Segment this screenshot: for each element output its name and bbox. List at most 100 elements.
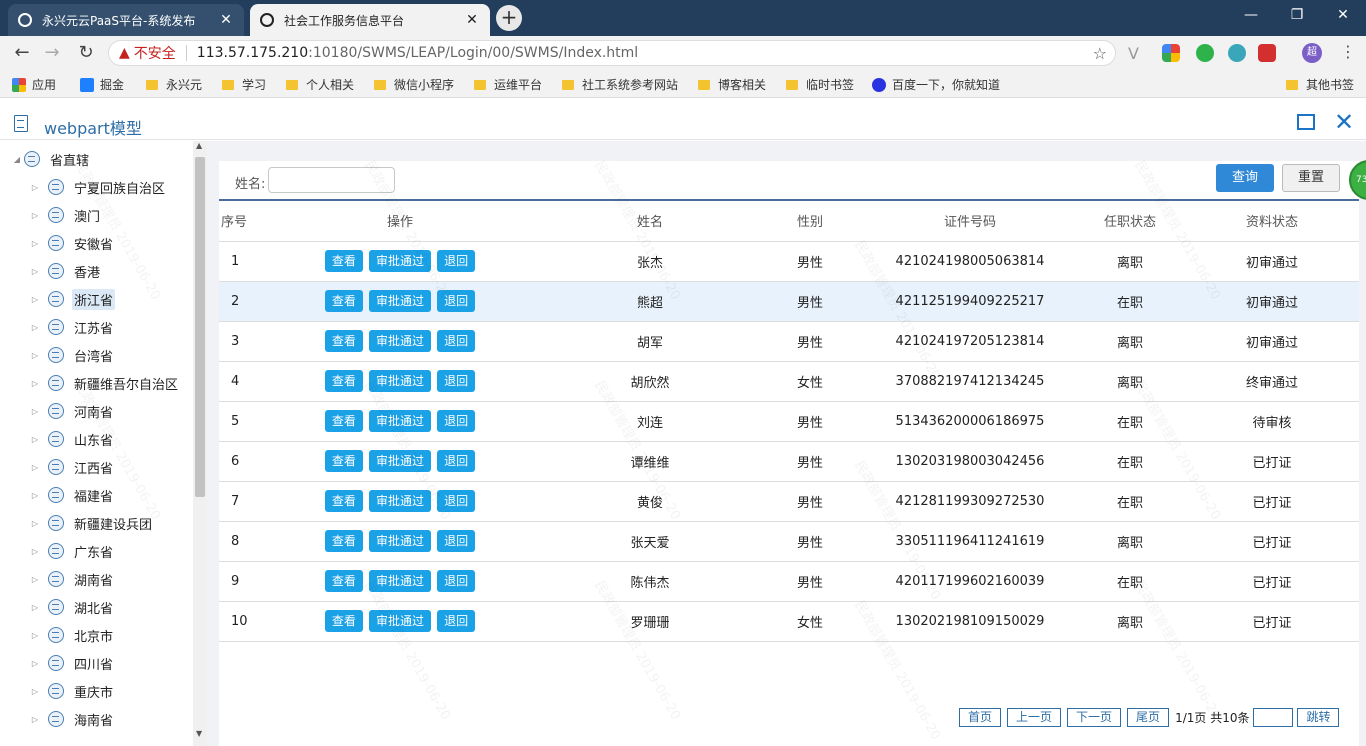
table-row[interactable]: 10 查看 审批通过 退回 罗珊珊 女性 130202198109150029 离职 已打证 (219, 601, 1359, 642)
new-tab-button[interactable]: + (496, 5, 522, 31)
reject-button[interactable]: 退回 (437, 370, 476, 392)
collapsed-arrow-icon[interactable]: ▷ (30, 239, 40, 248)
tree-node[interactable]: ▷ 江苏省 (30, 313, 115, 341)
tree-node[interactable]: ▷ 浙江省 (30, 285, 116, 313)
tree-node[interactable]: ▷ 湖北省 (30, 593, 115, 621)
scroll-up-icon[interactable]: ▲ (196, 141, 202, 150)
view-button[interactable]: 查看 (324, 250, 363, 272)
approve-button[interactable]: 审批通过 (368, 250, 431, 272)
extension-teal-icon[interactable] (1228, 44, 1246, 62)
collapsed-arrow-icon[interactable]: ▷ (30, 183, 40, 192)
next-page-button[interactable]: 下一页 (1067, 707, 1122, 727)
extension-color-icon[interactable] (1162, 44, 1180, 62)
tree-node[interactable]: ▷ 广东省 (30, 537, 115, 565)
approve-button[interactable]: 审批通过 (368, 330, 431, 352)
collapsed-arrow-icon[interactable]: ▷ (30, 463, 40, 472)
scroll-down-icon[interactable]: ▼ (196, 729, 202, 738)
approve-button[interactable]: 审批通过 (368, 370, 431, 392)
reject-button[interactable]: 退回 (437, 250, 476, 272)
approve-button[interactable]: 审批通过 (368, 570, 431, 592)
bookmark-folder[interactable]: 临时书签 (786, 76, 854, 93)
bookmark-juejin[interactable]: 掘金 (80, 76, 124, 93)
bookmark-apps[interactable]: 应用 (12, 76, 56, 93)
expand-arrow-icon[interactable]: ◢ (12, 155, 22, 164)
query-button[interactable]: 查询 (1216, 164, 1274, 192)
table-row[interactable]: 8 查看 审批通过 退回 张天爱 男性 330511196411241619 离职 已打证 (219, 521, 1359, 562)
bookmark-baidu[interactable]: 百度一下，你就知道 (872, 76, 1000, 93)
reject-button[interactable]: 退回 (437, 410, 476, 432)
close-button[interactable]: ✕ (1334, 110, 1354, 134)
bookmark-folder[interactable]: 博客相关 (698, 76, 766, 93)
tree-node[interactable]: ▷ 河南省 (30, 397, 115, 425)
collapsed-arrow-icon[interactable]: ▷ (30, 575, 40, 584)
table-row[interactable]: 3 查看 审批通过 退回 胡军 男性 421024197205123814 离职 初审通过 (219, 321, 1359, 362)
tree-node[interactable]: ▷ 新疆建设兵团 (30, 509, 154, 537)
tree-root[interactable]: ◢ 省直辖 (12, 145, 91, 173)
collapsed-arrow-icon[interactable]: ▷ (30, 687, 40, 696)
view-button[interactable]: 查看 (324, 570, 363, 592)
reject-button[interactable]: 退回 (437, 290, 476, 312)
collapsed-arrow-icon[interactable]: ▷ (30, 631, 40, 640)
tree-node[interactable]: ▷ 四川省 (30, 649, 115, 677)
collapsed-arrow-icon[interactable]: ▷ (30, 659, 40, 668)
collapsed-arrow-icon[interactable]: ▷ (30, 603, 40, 612)
extension-v-icon[interactable]: V (1128, 44, 1139, 63)
view-button[interactable]: 查看 (324, 610, 363, 632)
approve-button[interactable]: 审批通过 (368, 530, 431, 552)
table-row[interactable]: 9 查看 审批通过 退回 陈伟杰 男性 420117199602160039 在职 已打证 (219, 561, 1359, 602)
tree-scrollbar[interactable]: ▲ ▼ (193, 141, 207, 746)
bookmark-folder[interactable]: 社工系统参考网站 (562, 76, 678, 93)
collapsed-arrow-icon[interactable]: ▷ (30, 295, 40, 304)
approve-button[interactable]: 审批通过 (368, 290, 431, 312)
tree-node[interactable]: ▷ 江西省 (30, 453, 115, 481)
view-button[interactable]: 查看 (324, 290, 363, 312)
jump-button[interactable]: 跳转 (1297, 707, 1340, 727)
collapsed-arrow-icon[interactable]: ▷ (30, 211, 40, 220)
reject-button[interactable]: 退回 (437, 450, 476, 472)
view-button[interactable]: 查看 (324, 490, 363, 512)
reject-button[interactable]: 退回 (437, 330, 476, 352)
bookmark-folder[interactable]: 永兴元 (146, 76, 202, 93)
tree-node[interactable]: ▷ 湖南省 (30, 565, 115, 593)
approve-button[interactable]: 审批通过 (368, 450, 431, 472)
collapsed-arrow-icon[interactable]: ▷ (30, 407, 40, 416)
prev-page-button[interactable]: 上一页 (1007, 707, 1062, 727)
bookmark-folder[interactable]: 微信小程序 (374, 76, 454, 93)
minimize-button[interactable]: — (1228, 0, 1274, 30)
collapsed-arrow-icon[interactable]: ▷ (30, 379, 40, 388)
reject-button[interactable]: 退回 (437, 490, 476, 512)
forward-arrow-icon[interactable]: → (40, 41, 64, 65)
table-row[interactable]: 1 查看 审批通过 退回 张杰 男性 421024198005063814 离职 初审通过 (219, 241, 1359, 282)
scrollbar-thumb[interactable] (195, 157, 205, 497)
reset-button[interactable]: 重置 (1282, 164, 1340, 192)
view-button[interactable]: 查看 (324, 530, 363, 552)
extension-red-icon[interactable] (1258, 44, 1276, 62)
reload-icon[interactable]: ↻ (74, 41, 98, 65)
view-button[interactable]: 查看 (324, 330, 363, 352)
tree-node[interactable]: ▷ 重庆市 (30, 677, 115, 705)
table-row[interactable]: 5 查看 审批通过 退回 刘连 男性 513436200006186975 在职 待审核 (219, 401, 1359, 442)
collapsed-arrow-icon[interactable]: ▷ (30, 267, 40, 276)
address-bar[interactable]: ▲ 不安全 113.57.175.210 :10180/SWMS/LEAP/Lo… (108, 40, 1116, 66)
table-row[interactable]: 2 查看 审批通过 退回 熊超 男性 421125199409225217 在职 初审通过 (219, 281, 1359, 322)
back-arrow-icon[interactable]: ← (10, 41, 34, 65)
maximize-button[interactable] (1297, 114, 1315, 130)
name-input[interactable] (268, 167, 395, 193)
reject-button[interactable]: 退回 (437, 570, 476, 592)
tree-node[interactable]: ▷ 北京市 (30, 621, 115, 649)
tree-node[interactable]: ▷ 宁夏回族自治区 (30, 173, 167, 201)
tree-node[interactable]: ▷ 福建省 (30, 481, 115, 509)
page-number-input[interactable] (1253, 707, 1294, 727)
tree-node[interactable]: ▷ 新疆维吾尔自治区 (30, 369, 180, 397)
close-tab-icon[interactable]: ✕ (464, 12, 480, 28)
close-tab-icon[interactable]: ✕ (218, 12, 234, 28)
bookmark-folder[interactable]: 运维平台 (474, 76, 542, 93)
tree-node[interactable]: ▷ 山东省 (30, 425, 115, 453)
reject-button[interactable]: 退回 (437, 530, 476, 552)
menu-dots-icon[interactable]: ⋮ (1340, 42, 1356, 61)
collapsed-arrow-icon[interactable]: ▷ (30, 351, 40, 360)
bookmark-folder[interactable]: 学习 (222, 76, 266, 93)
first-page-button[interactable]: 首页 (959, 707, 1002, 727)
collapsed-arrow-icon[interactable]: ▷ (30, 547, 40, 556)
reject-button[interactable]: 退回 (437, 610, 476, 632)
